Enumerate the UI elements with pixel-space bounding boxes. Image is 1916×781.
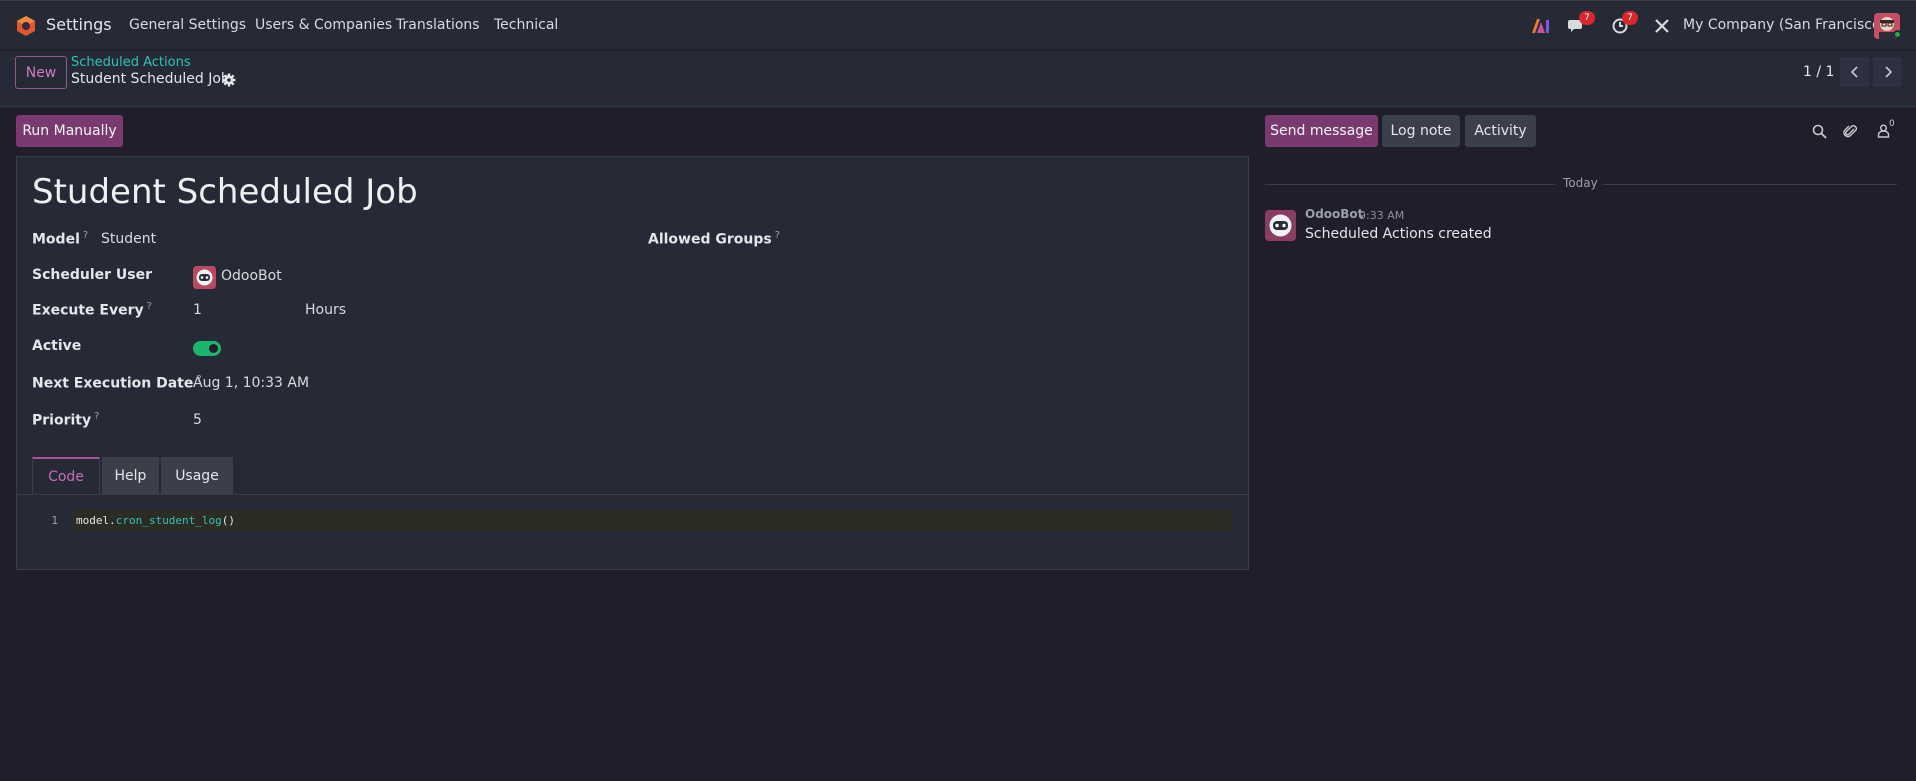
model-value[interactable]: Student — [101, 231, 156, 247]
debug-tools-icon[interactable] — [1650, 14, 1674, 38]
code-dot: . — [109, 514, 116, 527]
execute-every-value[interactable]: 1 — [193, 302, 202, 318]
top-navbar: Settings General Settings Users & Compan… — [0, 0, 1916, 50]
form-sheet — [16, 156, 1249, 570]
help-tooltip-icon[interactable]: ? — [83, 230, 88, 241]
code-editor[interactable]: 1 model.cron_student_log() — [32, 510, 1232, 531]
control-panel: New Scheduled Actions Student Scheduled … — [0, 51, 1916, 107]
app-name[interactable]: Settings — [46, 15, 112, 34]
ai-icon[interactable] — [1529, 14, 1553, 38]
message-time: 9:33 AM — [1359, 209, 1405, 222]
help-tooltip-icon[interactable]: ? — [94, 411, 99, 422]
online-status-dot — [1893, 30, 1902, 39]
record-title[interactable]: Student Scheduled Job — [32, 172, 418, 212]
messages-icon[interactable]: 7 — [1565, 11, 1595, 38]
menu-users-companies[interactable]: Users & Companies — [255, 17, 392, 33]
help-tooltip-icon[interactable]: ? — [147, 301, 152, 312]
date-separator-line-left — [1265, 184, 1555, 185]
execute-every-label: Execute Every? — [32, 301, 152, 319]
company-switcher[interactable]: My Company (San Francisco) — [1683, 17, 1886, 33]
message-author[interactable]: OdooBot — [1305, 207, 1363, 221]
next-execution-label: Next Execution Date? — [32, 374, 202, 392]
attachment-paperclip-icon[interactable] — [1841, 122, 1859, 140]
pager-value: 1 / 1 — [1803, 64, 1835, 80]
line-number: 1 — [32, 510, 72, 531]
chevron-left-icon — [1850, 66, 1858, 78]
tab-code[interactable]: Code — [32, 457, 100, 494]
active-label: Active — [32, 338, 82, 354]
code-function: cron_student_log — [115, 514, 222, 527]
chevron-right-icon — [1884, 66, 1892, 78]
message-body: Scheduled Actions created — [1305, 226, 1492, 242]
model-label: Model? — [32, 230, 89, 248]
priority-value[interactable]: 5 — [193, 412, 202, 428]
tab-help[interactable]: Help — [102, 457, 159, 494]
run-manually-button[interactable]: Run Manually — [16, 115, 123, 147]
activity-clock-icon[interactable]: 7 — [1608, 11, 1638, 38]
app-logo-icon[interactable] — [15, 15, 37, 37]
breadcrumb-parent[interactable]: Scheduled Actions — [71, 55, 191, 70]
date-separator: Today — [1563, 176, 1598, 190]
new-button[interactable]: New — [15, 56, 67, 89]
menu-technical[interactable]: Technical — [494, 17, 558, 33]
date-separator-line-right — [1603, 184, 1897, 185]
execute-every-unit[interactable]: Hours — [305, 302, 346, 318]
send-message-button[interactable]: Send message — [1265, 115, 1378, 147]
pager-next-button[interactable] — [1873, 57, 1902, 87]
code-line[interactable]: model.cron_student_log() — [76, 510, 235, 531]
priority-label: Priority? — [32, 411, 100, 429]
menu-translations[interactable]: Translations — [396, 17, 480, 33]
next-execution-value[interactable]: Aug 1, 10:33 AM — [193, 375, 309, 391]
scheduler-user-label: Scheduler User — [32, 267, 153, 283]
breadcrumb-current: Student Scheduled Job — [71, 71, 230, 87]
log-note-button[interactable]: Log note — [1382, 115, 1460, 147]
tab-divider — [16, 494, 1249, 495]
code-object: model — [76, 514, 110, 527]
gear-icon[interactable] — [222, 73, 236, 87]
activity-badge: 7 — [1622, 11, 1638, 25]
tab-usage[interactable]: Usage — [161, 457, 233, 494]
pager-previous-button[interactable] — [1840, 57, 1869, 87]
active-toggle[interactable] — [193, 341, 221, 356]
scheduler-user-value[interactable]: OdooBot — [221, 268, 282, 284]
odoobot-avatar — [193, 266, 216, 289]
help-tooltip-icon[interactable]: ? — [775, 230, 780, 241]
activity-button[interactable]: Activity — [1465, 115, 1536, 147]
followers-count: 0 — [1889, 119, 1895, 129]
allowed-groups-label: Allowed Groups? — [648, 230, 781, 248]
menu-general-settings[interactable]: General Settings — [129, 17, 246, 33]
code-parens: () — [221, 514, 235, 527]
odoobot-message-avatar[interactable] — [1265, 210, 1296, 241]
search-icon[interactable] — [1810, 122, 1828, 140]
messages-badge: 7 — [1579, 11, 1595, 25]
toggle-knob — [209, 344, 218, 353]
